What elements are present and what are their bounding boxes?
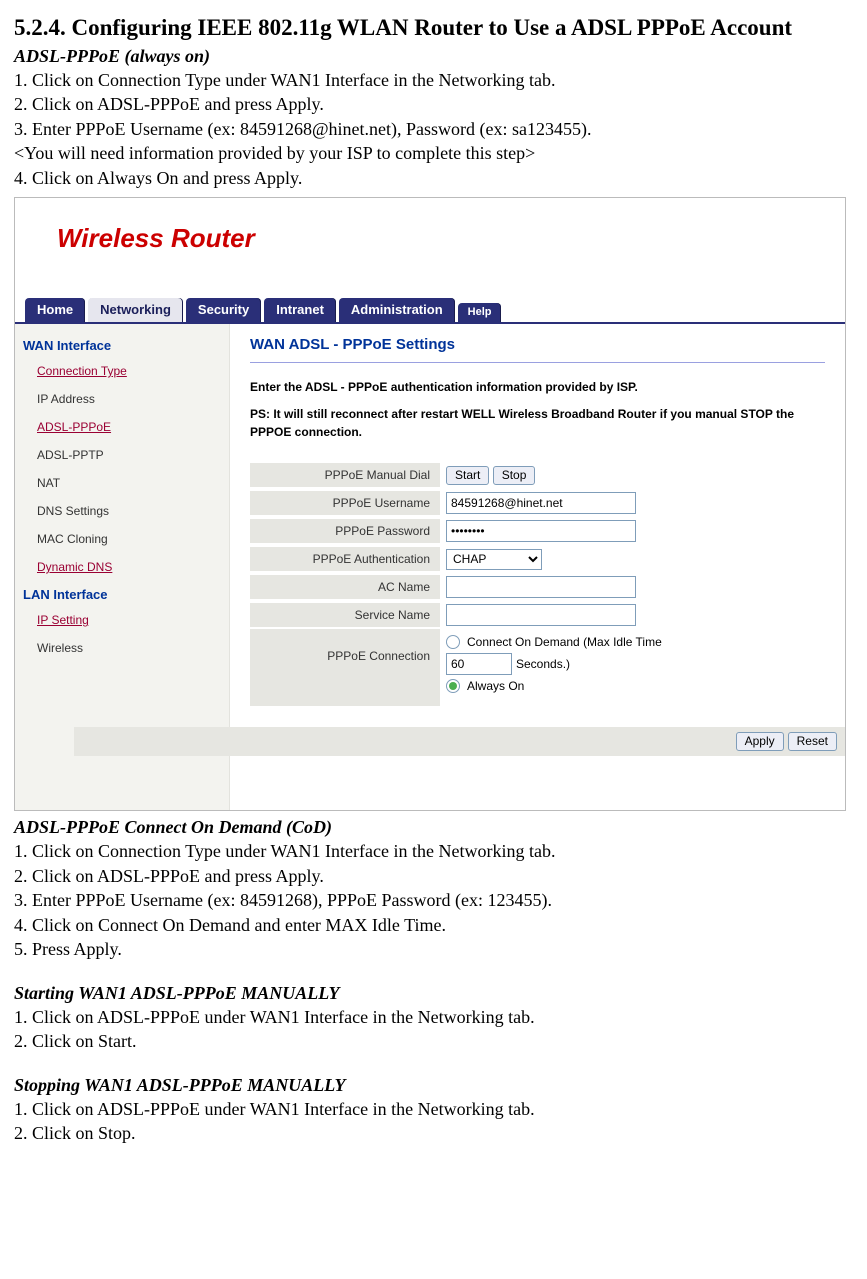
step-text: <You will need information provided by y… — [14, 142, 853, 165]
tab-home[interactable]: Home — [25, 298, 85, 322]
idle-time-input[interactable] — [446, 653, 512, 675]
tab-security[interactable]: Security — [186, 298, 261, 322]
label-service-name: Service Name — [250, 603, 440, 628]
intro-line-2: PS: It will still reconnect after restar… — [250, 406, 825, 441]
sidebar-item-wireless[interactable]: Wireless — [15, 634, 229, 662]
footer-bar: Apply Reset — [74, 727, 845, 756]
label-username: PPPoE Username — [250, 491, 440, 516]
sidebar-item-ip-address[interactable]: IP Address — [15, 385, 229, 413]
router-banner: Wireless Router — [15, 198, 845, 296]
intro-line-1: Enter the ADSL - PPPoE authentication in… — [250, 379, 825, 396]
step-text: 2. Click on ADSL-PPPoE and press Apply. — [14, 93, 853, 116]
section2-title: ADSL-PPPoE Connect On Demand (CoD) — [14, 817, 853, 838]
router-screenshot: Wireless Router Home Networking Security… — [14, 197, 846, 811]
pppoe-password-input[interactable] — [446, 520, 636, 542]
label-ac-name: AC Name — [250, 575, 440, 600]
apply-button[interactable]: Apply — [736, 732, 784, 751]
section1-title: ADSL-PPPoE (always on) — [14, 46, 853, 67]
section4-title: Stopping WAN1 ADSL-PPPoE MANUALLY — [14, 1075, 853, 1096]
tab-networking[interactable]: Networking — [88, 298, 183, 322]
step-text: 2. Click on ADSL-PPPoE and press Apply. — [14, 865, 853, 888]
connect-on-demand-label-b: Seconds.) — [516, 655, 570, 673]
page-heading: 5.2.4. Configuring IEEE 802.11g WLAN Rou… — [14, 14, 853, 42]
step-text: 4. Click on Connect On Demand and enter … — [14, 914, 853, 937]
tab-bar: Home Networking Security Intranet Admini… — [15, 296, 845, 322]
step-text: 1. Click on ADSL-PPPoE under WAN1 Interf… — [14, 1006, 853, 1029]
sidebar-item-ip-setting[interactable]: IP Setting — [15, 606, 229, 634]
label-manual-dial: PPPoE Manual Dial — [250, 463, 440, 488]
sidebar-item-dns-settings[interactable]: DNS Settings — [15, 497, 229, 525]
pppoe-username-input[interactable] — [446, 492, 636, 514]
start-button[interactable]: Start — [446, 466, 489, 485]
radio-always-on[interactable] — [446, 679, 460, 693]
sidebar-item-nat[interactable]: NAT — [15, 469, 229, 497]
tab-intranet[interactable]: Intranet — [264, 298, 336, 322]
content-pane: WAN ADSL - PPPoE Settings Enter the ADSL… — [230, 324, 845, 810]
step-text: 1. Click on Connection Type under WAN1 I… — [14, 69, 853, 92]
sidebar-item-adsl-pptp[interactable]: ADSL-PPTP — [15, 441, 229, 469]
service-name-input[interactable] — [446, 604, 636, 626]
step-text: 3. Enter PPPoE Username (ex: 84591268@hi… — [14, 118, 853, 141]
label-auth: PPPoE Authentication — [250, 547, 440, 572]
tab-help[interactable]: Help — [458, 303, 502, 322]
ac-name-input[interactable] — [446, 576, 636, 598]
always-on-label: Always On — [467, 677, 524, 695]
sidebar-item-connection-type[interactable]: Connection Type — [15, 357, 229, 385]
radio-connect-on-demand[interactable] — [446, 635, 460, 649]
stop-button[interactable]: Stop — [493, 466, 536, 485]
step-text: 1. Click on Connection Type under WAN1 I… — [14, 840, 853, 863]
reset-button[interactable]: Reset — [788, 732, 837, 751]
pppoe-auth-select[interactable]: CHAP — [446, 549, 542, 570]
label-password: PPPoE Password — [250, 519, 440, 544]
step-text: 3. Enter PPPoE Username (ex: 84591268), … — [14, 889, 853, 912]
sidebar-item-dynamic-dns[interactable]: Dynamic DNS — [15, 553, 229, 581]
section3-title: Starting WAN1 ADSL-PPPoE MANUALLY — [14, 983, 853, 1004]
step-text: 1. Click on ADSL-PPPoE under WAN1 Interf… — [14, 1098, 853, 1121]
tab-administration[interactable]: Administration — [339, 298, 455, 322]
sidebar-cat-lan: LAN Interface — [15, 581, 229, 606]
sidebar-item-mac-cloning[interactable]: MAC Cloning — [15, 525, 229, 553]
step-text: 4. Click on Always On and press Apply. — [14, 167, 853, 190]
label-connection: PPPoE Connection — [250, 629, 440, 707]
step-text: 2. Click on Start. — [14, 1030, 853, 1053]
step-text: 2. Click on Stop. — [14, 1122, 853, 1145]
connect-on-demand-label-a: Connect On Demand (Max Idle Time — [467, 633, 662, 651]
step-text: 5. Press Apply. — [14, 938, 853, 961]
content-title: WAN ADSL - PPPoE Settings — [250, 332, 825, 363]
sidebar-item-adsl-pppoe[interactable]: ADSL-PPPoE — [15, 413, 229, 441]
sidebar-cat-wan: WAN Interface — [15, 332, 229, 357]
router-brand: Wireless Router — [57, 223, 255, 254]
